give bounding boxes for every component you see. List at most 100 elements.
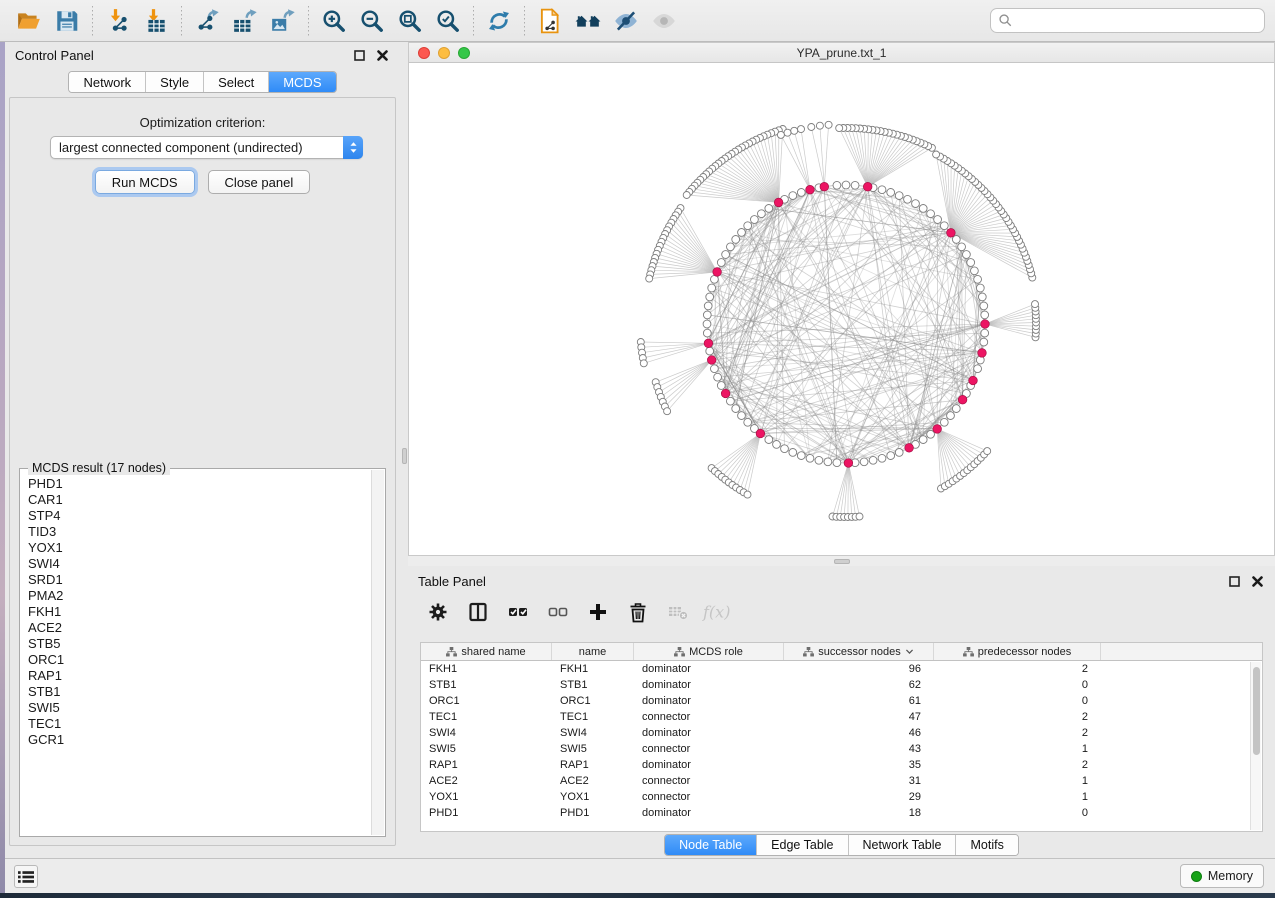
cell-successor-nodes[interactable]: 62: [784, 677, 934, 693]
network-node[interactable]: [927, 430, 935, 438]
mcds-result-item[interactable]: STB5: [28, 636, 371, 652]
network-node[interactable]: [727, 397, 735, 405]
create-new-column-button[interactable]: [586, 601, 610, 625]
table-row[interactable]: STB1STB1dominator620: [421, 677, 1262, 693]
network-node[interactable]: [824, 458, 832, 466]
network-node[interactable]: [717, 382, 725, 390]
cell-MCDS-role[interactable]: dominator: [634, 725, 784, 741]
mcds-network-node[interactable]: [969, 376, 978, 385]
cell-name[interactable]: PHD1: [552, 805, 634, 821]
cell-MCDS-role[interactable]: connector: [634, 741, 784, 757]
cell-shared-name[interactable]: SWI5: [421, 741, 552, 757]
network-node[interactable]: [895, 449, 903, 457]
cell-shared-name[interactable]: TEC1: [421, 709, 552, 725]
network-node[interactable]: [851, 181, 859, 189]
network-node[interactable]: [958, 243, 966, 251]
cell-MCDS-role[interactable]: connector: [634, 789, 784, 805]
mcds-network-node[interactable]: [806, 185, 815, 194]
mcds-network-node[interactable]: [774, 198, 783, 207]
network-node[interactable]: [833, 459, 841, 467]
cell-successor-nodes[interactable]: 29: [784, 789, 934, 805]
table-row[interactable]: YOX1YOX1connector291: [421, 789, 1262, 805]
float-table-panel-button[interactable]: [1226, 573, 1242, 589]
cell-MCDS-role[interactable]: dominator: [634, 757, 784, 773]
vertical-splitter[interactable]: [400, 42, 408, 858]
run-mcds-button[interactable]: Run MCDS: [95, 170, 195, 194]
select-all-columns-button[interactable]: [506, 601, 530, 625]
apply-layout-button[interactable]: [480, 4, 518, 38]
show-log-console-button[interactable]: [14, 865, 38, 888]
network-leaf-node[interactable]: [784, 129, 791, 136]
mcds-result-item[interactable]: PHD1: [28, 476, 371, 492]
table-row[interactable]: ACE2ACE2connector311: [421, 773, 1262, 789]
network-node[interactable]: [878, 454, 886, 462]
network-node[interactable]: [744, 418, 752, 426]
network-leaf-node[interactable]: [744, 491, 751, 498]
network-node[interactable]: [708, 284, 716, 292]
network-node[interactable]: [963, 251, 971, 259]
network-node[interactable]: [765, 436, 773, 444]
network-graph[interactable]: [409, 63, 1274, 555]
mcds-network-node[interactable]: [905, 444, 914, 453]
unselect-all-columns-button[interactable]: [546, 601, 570, 625]
mcds-network-node[interactable]: [713, 268, 722, 277]
cell-successor-nodes[interactable]: 96: [784, 661, 934, 677]
zoom-out-button[interactable]: [353, 4, 391, 38]
network-node[interactable]: [773, 441, 781, 449]
mcds-network-node[interactable]: [756, 429, 765, 438]
cell-predecessor-nodes[interactable]: 2: [934, 709, 1101, 725]
network-node[interactable]: [980, 338, 988, 346]
network-node[interactable]: [978, 293, 986, 301]
network-node[interactable]: [744, 222, 752, 230]
import-network-from-file-button[interactable]: [99, 4, 137, 38]
cell-name[interactable]: TEC1: [552, 709, 634, 725]
column-header-shared-name[interactable]: shared name: [421, 643, 552, 660]
network-node[interactable]: [703, 329, 711, 337]
mcds-network-node[interactable]: [978, 349, 987, 358]
mcds-result-item[interactable]: ACE2: [28, 620, 371, 636]
table-row[interactable]: RAP1RAP1dominator352: [421, 757, 1262, 773]
mcds-result-item[interactable]: YOX1: [28, 540, 371, 556]
network-node[interactable]: [806, 454, 814, 462]
cell-successor-nodes[interactable]: 43: [784, 741, 934, 757]
network-node[interactable]: [927, 210, 935, 218]
network-node[interactable]: [704, 302, 712, 310]
mcds-network-node[interactable]: [933, 425, 942, 434]
cell-name[interactable]: ACE2: [552, 773, 634, 789]
cell-shared-name[interactable]: ORC1: [421, 693, 552, 709]
memory-button[interactable]: Memory: [1180, 864, 1264, 888]
export-table-button[interactable]: [226, 4, 264, 38]
network-leaf-node[interactable]: [816, 122, 823, 129]
network-leaf-node[interactable]: [933, 151, 940, 158]
network-node[interactable]: [703, 311, 711, 319]
network-node[interactable]: [738, 412, 746, 420]
network-node[interactable]: [940, 418, 948, 426]
cell-predecessor-nodes[interactable]: 2: [934, 661, 1101, 677]
network-leaf-node[interactable]: [808, 124, 815, 131]
mcds-network-node[interactable]: [704, 339, 713, 348]
tab-mcds[interactable]: MCDS: [269, 72, 335, 92]
tab-style[interactable]: Style: [146, 72, 204, 92]
cell-MCDS-role[interactable]: dominator: [634, 805, 784, 821]
network-node[interactable]: [781, 445, 789, 453]
network-node[interactable]: [981, 311, 989, 319]
network-node[interactable]: [952, 405, 960, 413]
mcds-result-item[interactable]: CAR1: [28, 492, 371, 508]
mcds-network-node[interactable]: [981, 320, 990, 329]
table-scrollbar-thumb[interactable]: [1253, 667, 1260, 755]
zoom-in-button[interactable]: [315, 4, 353, 38]
cell-predecessor-nodes[interactable]: 0: [934, 805, 1101, 821]
search-input[interactable]: [1018, 11, 1257, 31]
mcds-network-node[interactable]: [820, 182, 829, 191]
network-leaf-node[interactable]: [798, 126, 805, 133]
zoom-fit-content-button[interactable]: [391, 4, 429, 38]
close-panel-action-button[interactable]: Close panel: [208, 170, 311, 194]
network-node[interactable]: [952, 236, 960, 244]
table-row[interactable]: PHD1PHD1dominator180: [421, 805, 1262, 821]
float-panel-button[interactable]: [351, 47, 367, 63]
network-node[interactable]: [869, 456, 877, 464]
network-leaf-node[interactable]: [984, 448, 991, 455]
delete-table-button[interactable]: [666, 601, 690, 625]
zoom-selected-button[interactable]: [429, 4, 467, 38]
table-scrollbar[interactable]: [1250, 662, 1261, 830]
